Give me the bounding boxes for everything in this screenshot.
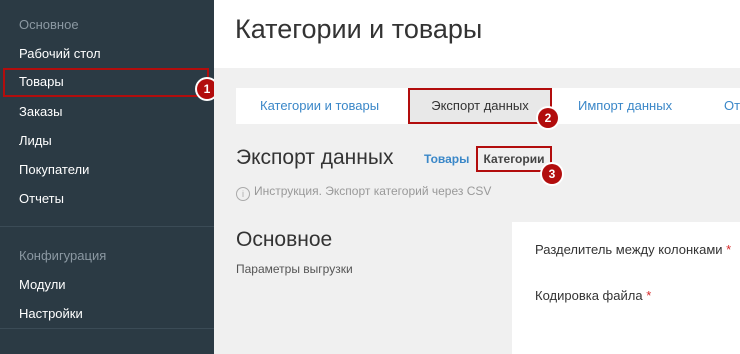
tab-export-data[interactable]: Экспорт данных	[408, 88, 552, 124]
tab-more[interactable]: От	[724, 88, 740, 124]
encoding-label-text: Кодировка файла	[535, 288, 643, 303]
required-mark: *	[726, 242, 732, 257]
page-title: Категории и товары	[235, 14, 483, 44]
required-mark: *	[646, 288, 652, 303]
sidebar-divider	[0, 226, 214, 227]
form-panel: Разделитель между колонками * Кодировка …	[512, 222, 740, 354]
tab-bar: Категории и товары Экспорт данных Импорт…	[236, 88, 740, 124]
tab-categories-products[interactable]: Категории и товары	[260, 88, 379, 124]
hint: i Инструкция. Экспорт категорий через CSV	[236, 184, 491, 201]
link-categories[interactable]: Категории	[476, 146, 552, 172]
group-subtitle: Параметры выгрузки	[236, 262, 353, 276]
separator-label-text: Разделитель между колонками	[535, 242, 723, 257]
sidebar-item-settings[interactable]: Настройки	[0, 300, 214, 328]
hint-text[interactable]: Инструкция. Экспорт категорий через CSV	[254, 184, 491, 198]
sidebar-divider	[0, 328, 214, 329]
page-header: Категории и товары	[214, 0, 740, 68]
sidebar-item-leads[interactable]: Лиды	[0, 127, 214, 155]
annotation-badge-2: 2	[538, 108, 558, 128]
sidebar-item-orders[interactable]: Заказы	[0, 98, 214, 126]
section-title: Экспорт данных	[236, 146, 394, 169]
sidebar-section-config: Конфигурация	[19, 248, 107, 263]
sidebar-item-modules[interactable]: Модули	[0, 271, 214, 299]
sidebar-item-dashboard[interactable]: Рабочий стол	[0, 40, 214, 68]
separator-label: Разделитель между колонками *	[535, 242, 731, 257]
tab-import-data[interactable]: Импорт данных	[578, 88, 672, 124]
sidebar-section-main: Основное	[19, 17, 79, 32]
info-icon: i	[236, 187, 250, 201]
highlight-products	[3, 68, 209, 97]
sidebar-item-reports[interactable]: Отчеты	[0, 185, 214, 213]
sidebar: Основное Рабочий стол Товары Заказы Лиды…	[0, 0, 217, 354]
sidebar-item-customers[interactable]: Покупатели	[0, 156, 214, 184]
group-title: Основное	[236, 228, 333, 251]
annotation-badge-3: 3	[542, 164, 562, 184]
encoding-label: Кодировка файла *	[535, 288, 651, 303]
link-products[interactable]: Товары	[424, 152, 469, 166]
main-content: Категории и товары Категории и товары Эк…	[214, 0, 740, 354]
